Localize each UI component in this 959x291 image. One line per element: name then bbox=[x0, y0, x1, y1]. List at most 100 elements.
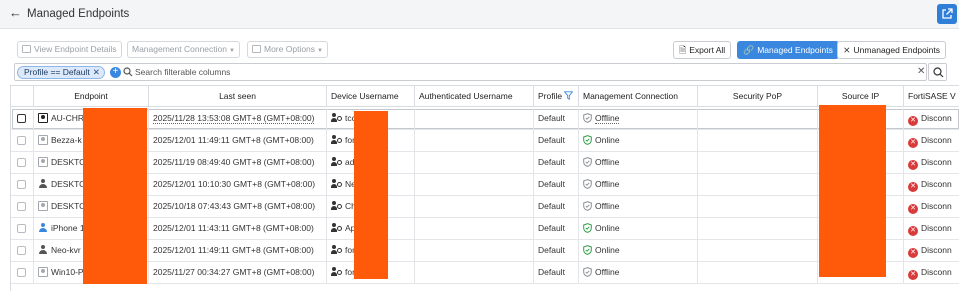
column-header-last-seen[interactable]: Last seen bbox=[149, 86, 327, 107]
fortisase-cell: ✕ Disconn bbox=[904, 262, 959, 284]
select-cell bbox=[11, 240, 34, 262]
column-header-endpoint[interactable]: Endpoint bbox=[34, 86, 149, 107]
caret-down-icon: ▼ bbox=[317, 48, 323, 54]
clear-search-icon[interactable]: ✕ bbox=[917, 66, 925, 77]
document-icon: 🗎 bbox=[679, 45, 687, 55]
search-button[interactable] bbox=[928, 63, 947, 81]
last-seen-cell: 2025/12/01 11:49:11 GMT+8 (GMT+08:00) bbox=[149, 130, 327, 152]
device-icon bbox=[38, 201, 48, 211]
last-seen-cell: 2025/12/01 10:10:30 GMT+8 (GMT+08:00) bbox=[149, 174, 327, 196]
column-header-source-ip[interactable]: Source IP bbox=[818, 86, 904, 107]
management-connection-cell: Offline bbox=[579, 262, 698, 284]
management-connection-cell: Online bbox=[579, 240, 698, 262]
row-checkbox[interactable] bbox=[17, 224, 26, 233]
fortisase-cell: ✕ Disconn bbox=[904, 174, 959, 196]
select-cell bbox=[11, 262, 34, 284]
security-pop-cell bbox=[698, 196, 818, 218]
column-header-fortisase[interactable]: FortiSASE V bbox=[904, 86, 959, 107]
last-seen-cell: 2025/11/28 13:53:08 GMT+8 (GMT+08:00) bbox=[149, 108, 327, 130]
error-icon: ✕ bbox=[908, 182, 918, 192]
table-row[interactable]: Win10-P 2025/11/27 00:34:27 GMT+8 (GMT+08… bbox=[11, 262, 959, 284]
user-group-icon bbox=[331, 267, 342, 277]
authenticated-username-cell bbox=[415, 240, 534, 262]
security-pop-cell bbox=[698, 152, 818, 174]
security-pop-cell bbox=[698, 108, 818, 130]
device-icon bbox=[38, 113, 48, 123]
table-row[interactable]: DESKTO 2025/12/01 10:10:30 GMT+8 (GMT+08:… bbox=[11, 174, 959, 196]
filter-bar: Profile == Default✕ + ✕ bbox=[14, 63, 927, 81]
error-icon: ✕ bbox=[908, 138, 918, 148]
select-cell bbox=[11, 108, 34, 130]
authenticated-username-cell bbox=[415, 108, 534, 130]
fortisase-cell: ✕ Disconn bbox=[904, 196, 959, 218]
authenticated-username-cell bbox=[415, 152, 534, 174]
error-icon: ✕ bbox=[908, 204, 918, 214]
user-group-icon bbox=[331, 135, 342, 145]
device-icon bbox=[38, 157, 48, 167]
arrow-left-icon[interactable]: ← bbox=[9, 6, 22, 20]
security-pop-cell bbox=[698, 218, 818, 240]
row-checkbox[interactable] bbox=[17, 180, 26, 189]
select-column-header bbox=[11, 86, 34, 107]
row-checkbox[interactable] bbox=[17, 268, 26, 277]
management-connection-dropdown[interactable]: Management Connection ▼ bbox=[127, 41, 240, 58]
select-cell bbox=[11, 218, 34, 240]
export-all-button[interactable]: 🗎 Export All bbox=[673, 41, 732, 59]
management-connection-cell: Online bbox=[579, 218, 698, 240]
authenticated-username-cell bbox=[415, 130, 534, 152]
error-icon: ✕ bbox=[908, 270, 918, 280]
table-row[interactable]: Bezza-k 2025/12/01 11:49:11 GMT+8 (GMT+08… bbox=[11, 130, 959, 152]
row-checkbox[interactable] bbox=[17, 158, 26, 167]
link-icon: 🔗 bbox=[743, 45, 755, 55]
profile-cell: Default bbox=[534, 262, 579, 284]
management-connection-cell: Offline bbox=[579, 174, 698, 196]
add-filter-icon[interactable]: + bbox=[110, 67, 121, 78]
last-seen-cell: 2025/11/27 00:34:27 GMT+8 (GMT+08:00) bbox=[149, 262, 327, 284]
select-cell bbox=[11, 196, 34, 218]
filter-chip[interactable]: Profile == Default ✕ bbox=[17, 66, 105, 79]
profile-cell: Default bbox=[534, 108, 579, 130]
fortisase-cell: ✕ Disconn bbox=[904, 152, 959, 174]
table-row[interactable]: DESKTO 2025/10/18 07:43:43 GMT+8 (GMT+08:… bbox=[11, 196, 959, 218]
row-checkbox[interactable] bbox=[17, 246, 26, 255]
column-header-security-pop[interactable]: Security PoP bbox=[698, 86, 818, 107]
error-icon: ✕ bbox=[908, 248, 918, 258]
column-header-device-username[interactable]: Device Username bbox=[327, 86, 415, 107]
remove-filter-icon[interactable]: ✕ bbox=[93, 67, 100, 77]
managed-endpoints-toggle[interactable]: 🔗 Managed Endpoints bbox=[737, 41, 839, 59]
user-icon bbox=[38, 245, 48, 255]
unmanaged-endpoints-toggle[interactable]: ⨯ Unmanaged Endpoints bbox=[837, 41, 947, 59]
security-pop-cell bbox=[698, 262, 818, 284]
column-header-management-connection[interactable]: Management Connection bbox=[579, 86, 698, 107]
profile-cell: Default bbox=[534, 196, 579, 218]
table-row[interactable]: Neo-kvr 2025/12/01 11:49:11 GMT+8 (GMT+08… bbox=[11, 240, 959, 262]
table-row[interactable]: iPhone 1 2025/12/01 11:43:11 GMT+8 (GMT+0… bbox=[11, 218, 959, 240]
authenticated-username-cell bbox=[415, 262, 534, 284]
row-checkbox[interactable] bbox=[17, 114, 26, 123]
shield-icon bbox=[583, 223, 592, 233]
external-link-icon bbox=[942, 8, 953, 19]
column-header-authenticated-username[interactable]: Authenticated Username bbox=[415, 86, 534, 107]
profile-cell: Default bbox=[534, 240, 579, 262]
user-group-icon bbox=[331, 223, 342, 233]
search-input[interactable] bbox=[135, 65, 895, 79]
view-endpoint-details-button[interactable]: View Endpoint Details bbox=[17, 41, 122, 58]
profile-cell: Default bbox=[534, 130, 579, 152]
table-row[interactable]: DESKTO 2025/11/19 08:49:40 GMT+8 (GMT+08:… bbox=[11, 152, 959, 174]
user-group-icon bbox=[331, 245, 342, 255]
fortisase-cell: ✕ Disconn bbox=[904, 108, 959, 130]
table-row[interactable]: AU-CHR 2025/11/28 13:53:08 GMT+8 (GMT+08:… bbox=[11, 108, 959, 130]
filter-icon[interactable] bbox=[564, 91, 574, 101]
row-checkbox[interactable] bbox=[17, 202, 26, 211]
more-options-dropdown[interactable]: More Options ▼ bbox=[247, 41, 328, 58]
device-icon bbox=[38, 135, 48, 145]
column-header-profile[interactable]: Profile bbox=[534, 86, 579, 107]
fortisase-cell: ✕ Disconn bbox=[904, 130, 959, 152]
row-checkbox[interactable] bbox=[17, 136, 26, 145]
external-link-button[interactable] bbox=[937, 4, 957, 24]
last-seen-cell: 2025/11/19 08:49:40 GMT+8 (GMT+08:00) bbox=[149, 152, 327, 174]
authenticated-username-cell bbox=[415, 174, 534, 196]
last-seen-cell: 2025/10/18 07:43:43 GMT+8 (GMT+08:00) bbox=[149, 196, 327, 218]
user-group-icon bbox=[331, 179, 342, 189]
unlink-icon: ⨯ bbox=[843, 45, 851, 55]
